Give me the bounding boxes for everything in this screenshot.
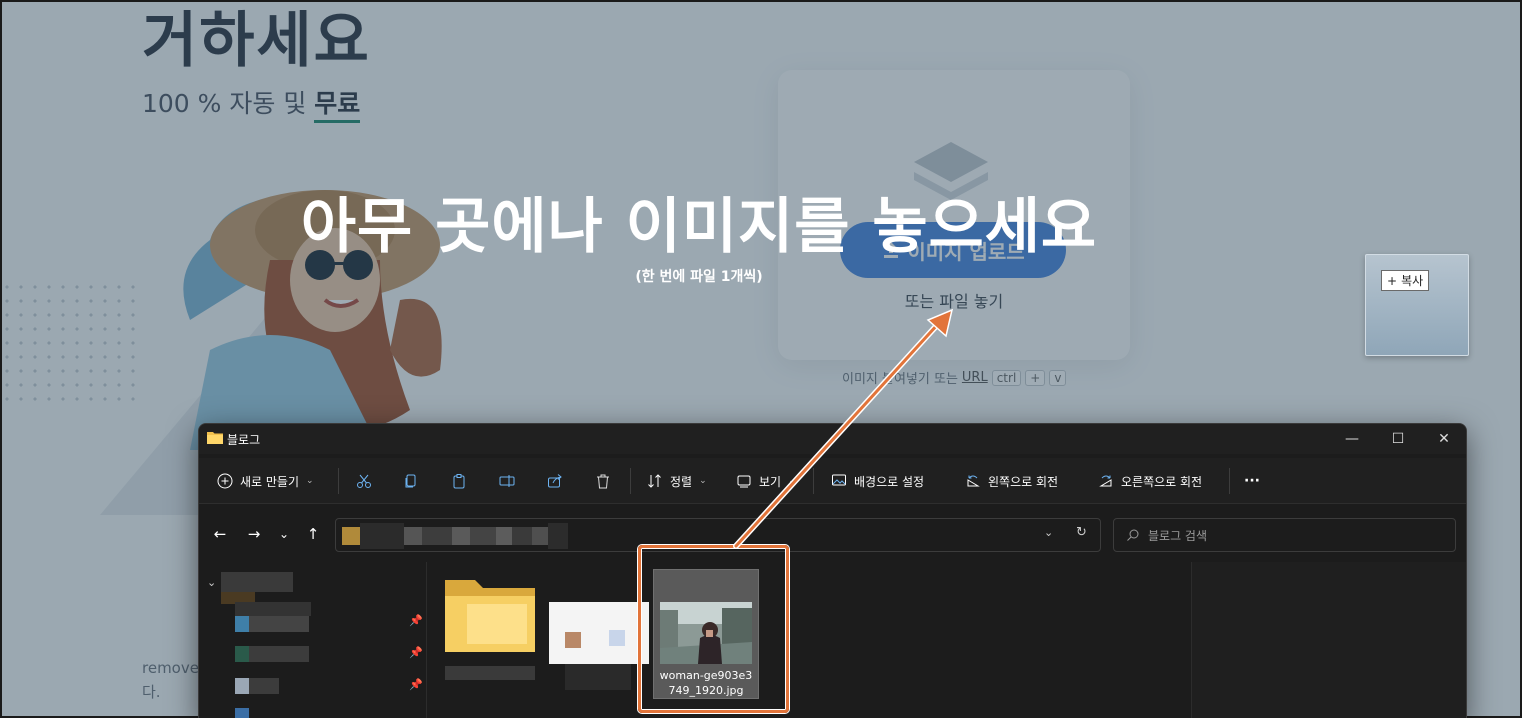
share-button[interactable] [547,458,563,504]
sort-button[interactable]: 정렬 ⌄ [647,458,707,504]
copy-badge-label: 복사 [1401,274,1424,288]
file-explorer-window: 블로그 — ☐ ✕ 새로 만들기 ⌄ 정렬 ⌄ 보기 ⌄ 배경으로 설정 왼쪽으… [198,423,1467,718]
rotate-left-label: 왼쪽으로 회전 [988,474,1059,489]
toolbar-divider [813,468,814,494]
window-title: 블로그 [227,433,261,447]
cut-button[interactable] [356,458,372,504]
pixelated-file-thumbnail[interactable] [549,602,649,664]
chevron-down-icon: ⌄ [699,476,707,486]
rotate-right-icon [1099,475,1112,487]
pixelated-thumbnail-detail [565,632,581,648]
recent-locations-icon[interactable]: ⌄ [271,522,297,546]
copy-icon [405,474,416,488]
address-path-pixelated [342,523,568,549]
pixelated-nav-item[interactable] [249,616,309,632]
view-button[interactable]: 보기 ⌄ [736,458,796,504]
share-icon [548,474,562,488]
pixelated-nav-item[interactable] [235,602,311,616]
folder-icon[interactable] [445,574,535,664]
more-options-button[interactable]: ··· [1244,458,1260,504]
pin-icon: 📌 [409,646,423,659]
set-as-background-label: 배경으로 설정 [854,474,925,489]
clipboard-icon [453,474,465,489]
rename-button[interactable] [499,458,515,504]
plus-circle-icon [217,473,233,489]
scissors-icon [357,474,371,488]
rotate-right-button[interactable]: 오른쪽으로 회전 [1098,458,1202,504]
close-button[interactable]: ✕ [1421,424,1466,454]
sort-label: 정렬 [670,474,693,489]
toolbar-divider [338,468,339,494]
copy-button[interactable] [403,458,419,504]
explorer-toolbar: 새로 만들기 ⌄ 정렬 ⌄ 보기 ⌄ 배경으로 설정 왼쪽으로 회전 오른쪽으로… [199,458,1466,504]
toolbar-divider [630,468,631,494]
address-dropdown-icon[interactable]: ⌄ [1044,526,1053,539]
forward-arrow-icon[interactable]: → [241,522,267,546]
set-as-background-button[interactable]: 배경으로 설정 [831,458,924,504]
folder-icon [207,432,223,444]
file-list-area [429,562,1191,718]
pixelated-nav-icon [235,678,249,694]
chevron-down-icon: ⌄ [788,476,796,486]
pixelated-nav-icon [235,708,249,718]
pixelated-file-name [565,664,631,690]
pin-icon: 📌 [409,614,423,627]
rotate-left-icon [967,475,980,487]
trash-icon [597,474,609,489]
rotate-left-button[interactable]: 왼쪽으로 회전 [965,458,1058,504]
drop-overlay-subtitle: (한 번에 파일 1개씩) [635,269,763,285]
plus-icon: + [1387,273,1398,288]
copy-badge: + 복사 [1381,270,1430,291]
pixelated-nav-item[interactable] [249,678,279,694]
drag-preview-thumbnail: + 복사 [1365,254,1469,356]
search-placeholder: 블로그 검색 [1148,528,1208,543]
pixelated-nav-item[interactable] [249,646,309,662]
maximize-button[interactable]: ☐ [1375,424,1421,454]
new-button[interactable]: 새로 만들기 ⌄ [217,458,314,504]
rotate-right-label: 오른쪽으로 회전 [1121,474,1203,489]
sort-icon [648,474,661,488]
drop-overlay-title: 아무 곳에나 이미지를 놓으세요 [300,192,1098,262]
pixelated-nav-icon [235,616,249,632]
pixelated-file-name [445,666,535,680]
search-box[interactable]: 블로그 검색 [1113,518,1456,552]
refresh-icon[interactable]: ↻ [1076,525,1087,540]
pixelated-nav-icon [235,646,249,662]
highlight-box [638,545,789,713]
pixelated-nav-item[interactable] [221,572,293,592]
desktop-background-icon [832,474,846,486]
back-arrow-icon[interactable]: ← [207,522,233,546]
up-arrow-icon[interactable]: ↑ [300,522,326,546]
search-icon [1127,529,1139,541]
pixelated-thumbnail-detail [609,630,625,646]
new-button-label: 새로 만들기 [240,474,300,489]
paste-button[interactable] [451,458,467,504]
expand-chevron-icon[interactable]: ⌄ [207,576,216,589]
rename-icon [499,475,515,487]
navigation-pane: ⌄ 📌 📌 📌 [199,562,427,718]
view-label: 보기 [759,474,782,489]
pin-icon: 📌 [409,678,423,691]
view-icon [737,475,751,488]
preview-pane [1191,562,1466,718]
minimize-button[interactable]: — [1329,424,1375,454]
explorer-titlebar[interactable]: 블로그 — ☐ ✕ [199,424,1466,454]
toolbar-divider [1229,468,1230,494]
delete-button[interactable] [595,458,611,504]
chevron-down-icon: ⌄ [306,476,314,486]
